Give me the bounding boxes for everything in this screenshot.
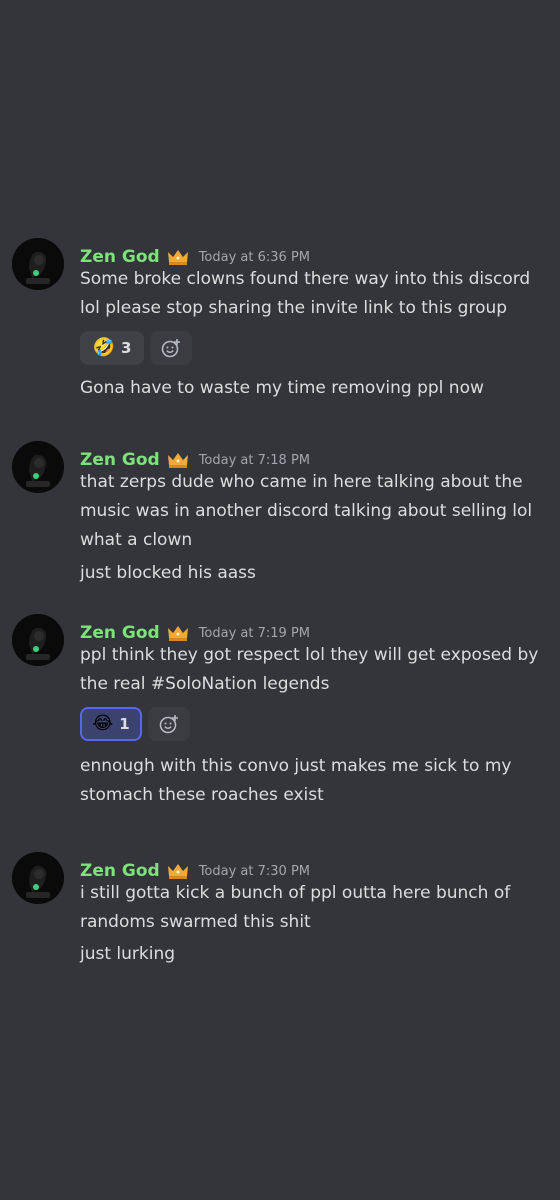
message-text: randoms swarmed this shit: [80, 912, 311, 932]
rofl-emoji-icon: 🤣: [92, 337, 115, 358]
message-text: stomach these roaches exist: [80, 785, 324, 805]
user-avatar[interactable]: [12, 441, 64, 493]
add-reaction-button[interactable]: [148, 707, 190, 741]
reaction-pill-active[interactable]: 😂 1: [80, 707, 142, 741]
user-avatar[interactable]: [12, 238, 64, 290]
message-text: Gona have to waste my time removing ppl …: [80, 378, 484, 398]
message-text: just blocked his aass: [80, 563, 256, 583]
message-text: i still gotta kick a bunch of ppl outta …: [80, 883, 511, 903]
message-text: music was in another discord talking abo…: [80, 501, 533, 521]
add-reaction-icon: [159, 715, 178, 734]
add-reaction-button[interactable]: [150, 331, 192, 365]
message-text: the real #SoloNation legends: [80, 674, 330, 694]
message-timestamp: Today at 7:19 PM: [198, 625, 310, 641]
reaction-pill[interactable]: 🤣 3: [80, 331, 144, 365]
user-avatar[interactable]: [12, 614, 64, 666]
message-text: ennough with this convo just makes me si…: [80, 756, 512, 776]
message-text: Some broke clowns found there way into t…: [80, 269, 531, 289]
message-text: just lurking: [80, 944, 176, 964]
message-text: ppl think they got respect lol they will…: [80, 645, 539, 665]
message-text: lol please stop sharing the invite link …: [80, 298, 508, 318]
message-timestamp: Today at 7:30 PM: [198, 863, 310, 879]
message-timestamp: Today at 7:18 PM: [198, 452, 310, 468]
message-timestamp: Today at 6:36 PM: [198, 249, 310, 265]
joy-emoji-icon: 😂: [92, 713, 114, 734]
user-avatar[interactable]: [12, 852, 64, 904]
reaction-count: 1: [119, 715, 130, 733]
message-text: what a clown: [80, 530, 193, 550]
reaction-count: 3: [120, 339, 132, 357]
add-reaction-icon: [161, 339, 180, 358]
message-text: that zerps dude who came in here talking…: [80, 472, 523, 492]
